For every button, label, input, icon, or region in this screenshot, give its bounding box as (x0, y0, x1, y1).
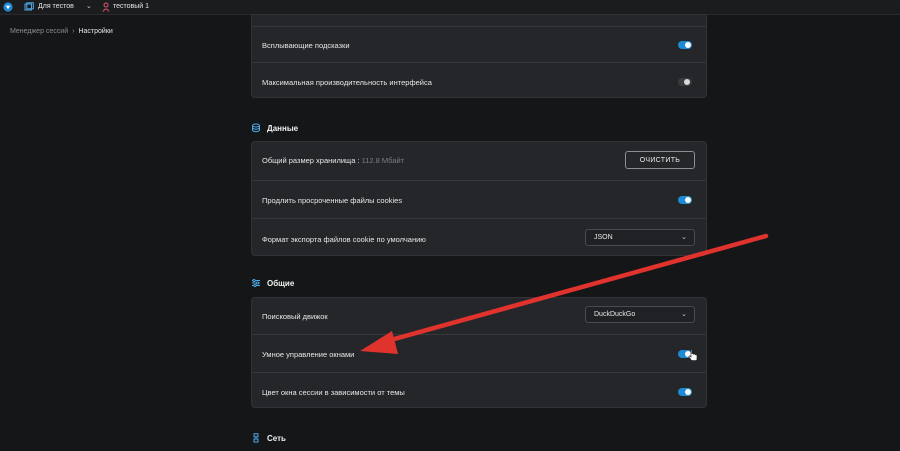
network-section-header: Сеть (251, 433, 286, 443)
general-section-title: Общие (267, 278, 295, 288)
setting-row-extend-cookies: Продлить просроченные файлы cookies (252, 180, 706, 218)
storage-value: 112.8 Мбайт (361, 156, 405, 165)
general-settings-card: Поисковый движок DuckDuckGo ⌄ Умное упра… (251, 297, 707, 408)
breadcrumb: Менеджер сессий › Настройки (10, 28, 113, 35)
max-performance-toggle[interactable] (678, 78, 692, 86)
chevron-down-icon: ⌄ (681, 234, 687, 241)
top-bar: Для тестов ⌄ тестовый 1 (0, 0, 900, 15)
search-engine-select[interactable]: DuckDuckGo ⌄ (585, 306, 695, 323)
extend-cookies-toggle[interactable] (678, 196, 692, 204)
tooltips-toggle[interactable] (678, 41, 692, 49)
setting-row-theme-color: Цвет окна сессии в зависимости от темы (252, 372, 706, 409)
network-icon (253, 433, 259, 443)
mouse-pointer-icon (688, 349, 698, 361)
storage-label-text: Общий размер хранилища : (262, 156, 360, 165)
app-logo-icon[interactable] (3, 2, 13, 12)
setting-row-max-performance: Максимальная производительность интерфей… (252, 62, 706, 99)
extend-cookies-label: Продлить просроченные файлы cookies (262, 196, 403, 205)
clear-storage-button[interactable]: ОЧИСТИТЬ (625, 151, 695, 169)
max-performance-label: Максимальная производительность интерфей… (262, 78, 432, 87)
setting-row-tooltips: Всплывающие подсказки (252, 26, 706, 62)
setting-row-cookie-format: Формат экспорта файлов cookie по умолчан… (252, 218, 706, 257)
setting-row-storage: Общий размер хранилища : 112.8 Мбайт ОЧИ… (252, 142, 706, 180)
smart-windows-label: Умное управление окнами (262, 350, 355, 359)
setting-row-search-engine: Поисковый движок DuckDuckGo ⌄ (252, 298, 706, 334)
cookie-format-label: Формат экспорта файлов cookie по умолчан… (262, 235, 426, 244)
interface-settings-card: Всплывающие подсказки Максимальная произ… (251, 14, 707, 98)
search-engine-value: DuckDuckGo (594, 311, 636, 318)
user-icon[interactable] (102, 2, 110, 12)
data-section-title: Данные (267, 123, 299, 133)
search-engine-label: Поисковый движок (262, 312, 328, 321)
chevron-down-icon: ⌄ (681, 311, 687, 318)
folder-selector[interactable]: Для тестов (38, 3, 74, 10)
chevron-down-icon[interactable]: ⌄ (86, 2, 92, 10)
session-name[interactable]: тестовый 1 (113, 3, 149, 10)
cookie-format-value: JSON (594, 234, 613, 241)
theme-color-toggle[interactable] (678, 388, 692, 396)
data-section-header: Данные (251, 123, 298, 133)
folder-icon[interactable] (24, 2, 34, 12)
breadcrumb-separator: › (72, 28, 75, 35)
sliders-icon (252, 278, 260, 288)
cookie-format-select[interactable]: JSON ⌄ (585, 229, 695, 246)
network-section-title: Сеть (267, 433, 286, 443)
general-section-header: Общие (251, 278, 294, 288)
theme-color-label: Цвет окна сессии в зависимости от темы (262, 388, 405, 397)
data-settings-card: Общий размер хранилища : 112.8 Мбайт ОЧИ… (251, 141, 707, 256)
setting-row-smart-windows: Умное управление окнами (252, 334, 706, 372)
breadcrumb-current: Настройки (78, 28, 113, 35)
database-icon (252, 123, 260, 133)
storage-label: Общий размер хранилища : 112.8 Мбайт (262, 156, 404, 165)
breadcrumb-session-manager-link[interactable]: Менеджер сессий (10, 28, 68, 35)
tooltips-label: Всплывающие подсказки (262, 41, 350, 50)
